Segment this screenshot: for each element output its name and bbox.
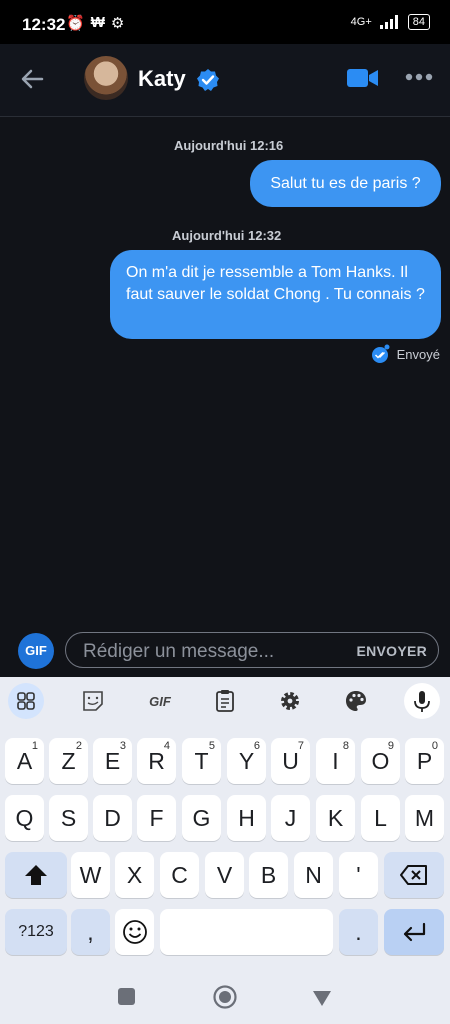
key-q[interactable]: Q — [5, 795, 44, 841]
key-y[interactable]: Y6 — [227, 738, 266, 784]
key-r[interactable]: R4 — [137, 738, 176, 784]
message-bubble[interactable]: Salut tu es de paris ? — [250, 160, 441, 207]
backspace-icon — [400, 865, 427, 885]
delivery-status: Envoyé — [371, 344, 440, 364]
key-k[interactable]: K — [316, 795, 355, 841]
emoji-key[interactable] — [115, 909, 154, 955]
apps-grid-icon[interactable] — [8, 683, 44, 719]
gif-button[interactable]: GIF — [18, 633, 54, 669]
network-label: 4G+ — [350, 16, 372, 28]
back-arrow-icon[interactable] — [18, 64, 46, 94]
settings-status-icon: ⚙ — [110, 15, 125, 32]
key-d[interactable]: D — [93, 795, 132, 841]
backspace-key[interactable] — [384, 852, 444, 898]
sent-check-icon — [371, 344, 390, 363]
key-b[interactable]: B — [249, 852, 288, 898]
message-bubble[interactable]: On m'a dit je ressemble a Tom Hanks. Il … — [110, 250, 441, 339]
signal-icon — [379, 15, 398, 29]
message-timestamp: Aujourd'hui 12:16 — [174, 138, 284, 153]
key-g[interactable]: G — [182, 795, 221, 841]
keyboard-toolbar: GIF — [0, 677, 450, 729]
enter-key[interactable] — [384, 909, 444, 955]
message-composer: GIF Rédiger un message... ENVOYER — [0, 627, 450, 677]
key-w[interactable]: W — [71, 852, 110, 898]
key-o[interactable]: O9 — [361, 738, 400, 784]
shift-icon — [25, 865, 47, 885]
key-l[interactable]: L — [361, 795, 400, 841]
w-icon: ₩ — [90, 14, 105, 31]
key-h[interactable]: H — [227, 795, 266, 841]
gif-keyboard-button[interactable]: GIF — [140, 683, 180, 719]
space-key[interactable] — [160, 909, 333, 955]
key-a[interactable]: A1 — [5, 738, 44, 784]
chat-header: Katy — [0, 44, 450, 117]
symbols-key[interactable]: ?123 — [5, 909, 67, 955]
emoji-icon — [122, 920, 147, 944]
video-call-icon[interactable] — [346, 66, 380, 90]
key-i[interactable]: I8 — [316, 738, 355, 784]
key-e[interactable]: E3 — [93, 738, 132, 784]
back-button[interactable] — [311, 989, 333, 1007]
message-placeholder: Rédiger un message... — [83, 641, 275, 662]
status-time: 12:32 — [22, 15, 66, 34]
shift-key[interactable] — [5, 852, 67, 898]
key-m[interactable]: M — [405, 795, 444, 841]
key-apostrophe[interactable]: ' — [339, 852, 378, 898]
key-s[interactable]: S — [49, 795, 88, 841]
verified-badge-icon — [197, 69, 219, 91]
delivery-status-label: Envoyé — [396, 346, 440, 362]
key-p[interactable]: P0 — [405, 738, 444, 784]
send-button[interactable]: ENVOYER — [356, 643, 427, 659]
system-navigation-bar — [0, 967, 450, 1024]
contact-name[interactable]: Katy — [138, 66, 186, 92]
key-c[interactable]: C — [160, 852, 199, 898]
key-f[interactable]: F — [137, 795, 176, 841]
chat-area[interactable]: Aujourd'hui 12:16 Salut tu es de paris ?… — [0, 117, 450, 627]
message-input[interactable]: Rédiger un message... ENVOYER — [65, 632, 439, 668]
recents-button[interactable] — [118, 988, 135, 1005]
enter-icon — [403, 922, 426, 942]
more-options-icon[interactable] — [404, 72, 434, 82]
avatar[interactable] — [84, 56, 128, 100]
key-x[interactable]: X — [115, 852, 154, 898]
home-button[interactable] — [212, 984, 238, 1010]
key-u[interactable]: U7 — [271, 738, 310, 784]
status-bar: 12:32 ⏰ ₩ ⚙ 4G+ 84 — [0, 0, 450, 44]
key-n[interactable]: N — [294, 852, 333, 898]
comma-key[interactable]: , — [71, 909, 110, 955]
battery-indicator: 84 — [407, 14, 430, 30]
message-timestamp: Aujourd'hui 12:32 — [172, 228, 282, 243]
key-z[interactable]: Z2 — [49, 738, 88, 784]
sticker-icon[interactable] — [75, 683, 111, 719]
keyboard: GIF A 1 Z 2 E 3 R 4 T 5 Y 6 U 7 I 8 O 9 … — [0, 677, 450, 967]
clipboard-icon[interactable] — [207, 683, 243, 719]
settings-icon[interactable] — [272, 683, 308, 719]
theme-palette-icon[interactable] — [338, 683, 374, 719]
alarm-icon: ⏰ — [66, 15, 85, 32]
period-key[interactable]: . — [339, 909, 378, 955]
key-j[interactable]: J — [271, 795, 310, 841]
key-t[interactable]: T5 — [182, 738, 221, 784]
microphone-icon[interactable] — [404, 683, 440, 719]
key-v[interactable]: V — [205, 852, 244, 898]
